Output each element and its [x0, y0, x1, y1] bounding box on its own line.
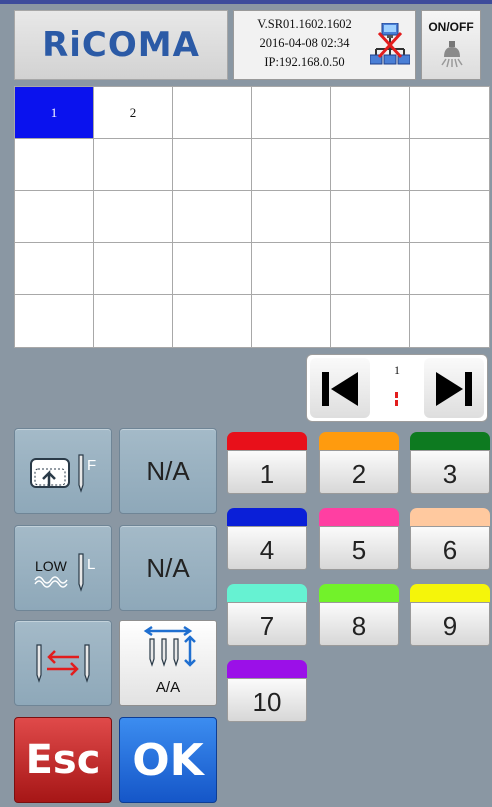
needle-adjust-button[interactable]: A/A: [119, 620, 217, 706]
grid-cell[interactable]: [331, 87, 410, 139]
grid-cell[interactable]: [410, 295, 489, 347]
first-page-icon: [322, 372, 358, 406]
color-key-8[interactable]: 8: [319, 584, 399, 646]
grid-cell[interactable]: [410, 87, 489, 139]
ip-text: IP:192.168.0.50: [264, 55, 345, 69]
na-label: N/A: [146, 552, 190, 583]
color-key-label: 4: [227, 526, 307, 570]
grid-cell[interactable]: [252, 87, 331, 139]
color-swatch: [319, 508, 399, 528]
color-key-label: 8: [319, 602, 399, 646]
low-speed-button[interactable]: LOW L: [14, 525, 112, 611]
grid-cell[interactable]: [15, 191, 94, 243]
color-swatch: [227, 508, 307, 528]
color-swatch: [410, 508, 490, 528]
grid-cell[interactable]: 2: [94, 87, 173, 139]
page-navigator: 1: [306, 354, 488, 422]
ok-label: OK: [132, 734, 204, 786]
page-scroll-marker: [395, 392, 399, 412]
color-key-9[interactable]: 9: [410, 584, 490, 646]
color-swatch: [410, 432, 490, 452]
last-page-button[interactable]: [424, 358, 484, 418]
low-label: L: [87, 556, 96, 573]
grid-cell[interactable]: [252, 139, 331, 191]
network-disconnected-icon: [370, 23, 410, 65]
logo-text: RiCOMA: [42, 25, 200, 65]
grid-cell[interactable]: [15, 139, 94, 191]
grid-cell[interactable]: [410, 191, 489, 243]
grid-cell[interactable]: [173, 191, 252, 243]
grid-cell[interactable]: [173, 139, 252, 191]
color-key-label: 10: [227, 678, 307, 722]
color-swatch: [319, 584, 399, 604]
na-button-2[interactable]: N/A: [119, 525, 217, 611]
grid-cell[interactable]: [94, 191, 173, 243]
low-text: LOW: [35, 558, 67, 574]
datetime-text: 2016-04-08 02:34: [259, 36, 350, 50]
grid-cell[interactable]: [173, 87, 252, 139]
color-key-label: 6: [410, 526, 490, 570]
color-key-6[interactable]: 6: [410, 508, 490, 570]
grid-cell[interactable]: 1: [15, 87, 94, 139]
grid-cell[interactable]: [94, 139, 173, 191]
grid-cell[interactable]: [252, 295, 331, 347]
top-border: [0, 0, 492, 4]
grid-cell[interactable]: [331, 139, 410, 191]
grid-cell[interactable]: [252, 191, 331, 243]
color-key-3[interactable]: 3: [410, 432, 490, 494]
frame-up-icon: [30, 454, 84, 493]
grid-cell[interactable]: [331, 191, 410, 243]
color-swatch: [227, 432, 307, 452]
color-sequence-grid: 1 2: [14, 86, 490, 348]
onoff-label: ON/OFF: [428, 20, 474, 34]
ricoma-logo: RiCOMA: [14, 10, 228, 80]
needle-adjust-icon: [143, 625, 196, 667]
color-key-label: 2: [319, 450, 399, 494]
aa-label: A/A: [155, 679, 181, 696]
color-key-1[interactable]: 1: [227, 432, 307, 494]
grid-cell[interactable]: [331, 243, 410, 295]
needle-swap-icon: [36, 644, 90, 683]
machine-info-panel: V.SR01.1602.1602 2016-04-08 02:34 IP:192…: [233, 10, 416, 80]
needle-swap-button[interactable]: [14, 620, 112, 706]
frame-up-button[interactable]: F: [14, 428, 112, 514]
grid-cell[interactable]: [252, 243, 331, 295]
grid-cell[interactable]: [410, 243, 489, 295]
color-key-label: 9: [410, 602, 490, 646]
grid-cell[interactable]: [94, 243, 173, 295]
color-key-2[interactable]: 2: [319, 432, 399, 494]
lamp-onoff-button[interactable]: ON/OFF: [421, 10, 481, 80]
grid-cell[interactable]: [173, 295, 252, 347]
color-key-label: 1: [227, 450, 307, 494]
frame-up-label: F: [87, 457, 97, 474]
color-key-label: 7: [227, 602, 307, 646]
color-swatch: [410, 584, 490, 604]
grid-cell[interactable]: [15, 295, 94, 347]
color-key-4[interactable]: 4: [227, 508, 307, 570]
esc-button[interactable]: Esc: [14, 717, 112, 803]
first-page-button[interactable]: [310, 358, 370, 418]
ok-button[interactable]: OK: [119, 717, 217, 803]
version-text: V.SR01.1602.1602: [257, 17, 352, 31]
esc-label: Esc: [25, 737, 101, 783]
color-swatch: [319, 432, 399, 452]
na-label: N/A: [146, 455, 190, 486]
grid-cell[interactable]: [173, 243, 252, 295]
color-key-label: 3: [410, 450, 490, 494]
color-key-label: 5: [319, 526, 399, 570]
lamp-icon: [441, 41, 463, 68]
color-swatch: [227, 584, 307, 604]
color-key-10[interactable]: 10: [227, 660, 307, 722]
na-button-1[interactable]: N/A: [119, 428, 217, 514]
color-key-5[interactable]: 5: [319, 508, 399, 570]
grid-cell[interactable]: [331, 295, 410, 347]
last-page-icon: [436, 372, 472, 406]
page-number: 1: [394, 363, 400, 377]
color-swatch: [227, 660, 307, 680]
color-key-7[interactable]: 7: [227, 584, 307, 646]
grid-cell[interactable]: [15, 243, 94, 295]
grid-cell[interactable]: [94, 295, 173, 347]
grid-cell[interactable]: [410, 139, 489, 191]
